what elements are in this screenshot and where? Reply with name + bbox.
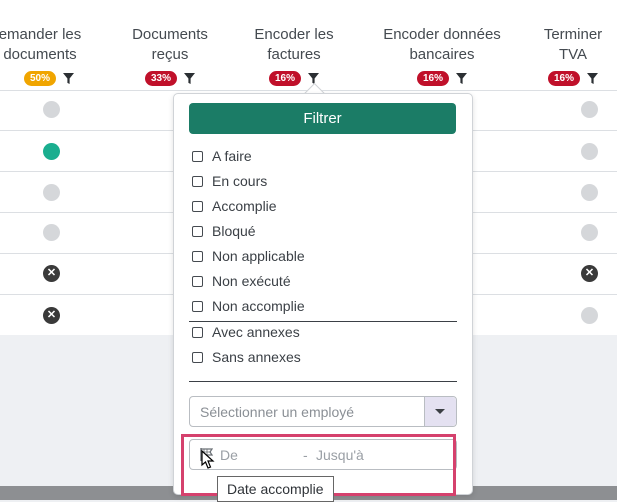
checkbox[interactable] [192,275,203,287]
x-circle-icon[interactable]: ✕ [43,307,60,324]
table-header: emander les documents 50% Documents reçu… [0,0,617,90]
progress-badge: 33% [144,71,177,86]
status-dot[interactable] [43,101,60,118]
column-title: emander les [0,26,82,43]
status-dot[interactable] [581,143,598,160]
option-label: Sans annexes [212,349,301,365]
status-dot[interactable] [581,101,598,118]
funnel-icon[interactable] [63,73,74,84]
column-header-request-documents: emander les documents 50% [0,25,86,86]
divider [189,381,457,382]
checkbox[interactable] [192,150,203,162]
caret-down-icon [435,409,445,414]
option-label: Accomplie [212,198,277,214]
checkbox[interactable] [192,326,203,338]
status-option-in-progress[interactable]: En cours [192,173,267,189]
column-title: TVA [558,46,588,63]
status-dot[interactable] [581,224,598,241]
checkbox[interactable] [192,351,203,363]
column-title: factures [267,46,321,63]
mouse-cursor-icon [201,450,215,469]
status-option-not-completed[interactable]: Non accomplie [192,298,305,314]
status-option-todo[interactable]: A faire [192,148,252,164]
progress-badge: 16% [268,71,301,86]
option-label: Non accomplie [212,298,305,314]
column-title: reçus [151,46,189,63]
checkbox[interactable] [192,225,203,237]
column-header-documents-received: Documents reçus 33% [120,25,220,86]
option-label: Avec annexes [212,324,300,340]
column-header-finish-vat: Terminer TVA 16% [535,25,611,86]
employee-select[interactable]: Sélectionner un employé [189,396,457,427]
status-option-done[interactable]: Accomplie [192,198,277,214]
progress-badge: 16% [547,71,580,86]
status-option-not-applicable[interactable]: Non applicable [192,248,305,264]
column-title: Encoder données [383,26,501,43]
x-circle-icon[interactable]: ✕ [43,265,60,282]
option-label: A faire [212,148,252,164]
funnel-icon[interactable] [456,73,467,84]
annex-option-with[interactable]: Avec annexes [192,324,300,340]
status-dot[interactable] [43,184,60,201]
status-dot[interactable] [581,307,598,324]
column-header-encode-bank-data: Encoder données bancaires 16% [377,25,507,86]
status-dot[interactable] [581,184,598,201]
funnel-icon[interactable] [587,73,598,84]
column-header-encode-invoices: Encoder les factures 16% [246,25,342,86]
annex-option-without[interactable]: Sans annexes [192,349,301,365]
option-label: Non exécuté [212,273,291,289]
checkbox[interactable] [192,200,203,212]
option-label: Non applicable [212,248,305,264]
status-dot[interactable] [43,224,60,241]
column-title: bancaires [409,46,475,63]
column-title: Encoder les [254,26,334,43]
option-label: En cours [212,173,268,189]
x-circle-icon[interactable]: ✕ [581,265,598,282]
checkbox[interactable] [192,250,203,262]
status-dot-done[interactable] [43,143,60,160]
column-title: Documents [132,26,208,43]
funnel-icon[interactable] [184,73,195,84]
checkbox[interactable] [192,175,203,187]
column-title: Terminer [543,26,603,43]
option-label: Bloqué [212,223,256,239]
progress-badge: 16% [416,71,449,86]
tooltip: Date accomplie [217,476,334,502]
progress-badge: 50% [23,71,56,86]
checkbox[interactable] [192,300,203,312]
status-option-not-executed[interactable]: Non exécuté [192,273,291,289]
column-title: documents [3,46,77,63]
filter-button[interactable]: Filtrer [189,103,456,134]
divider [189,321,457,322]
status-option-blocked[interactable]: Bloqué [192,223,256,239]
dropdown-toggle[interactable] [424,397,456,426]
employee-select-placeholder: Sélectionner un employé [200,404,355,420]
